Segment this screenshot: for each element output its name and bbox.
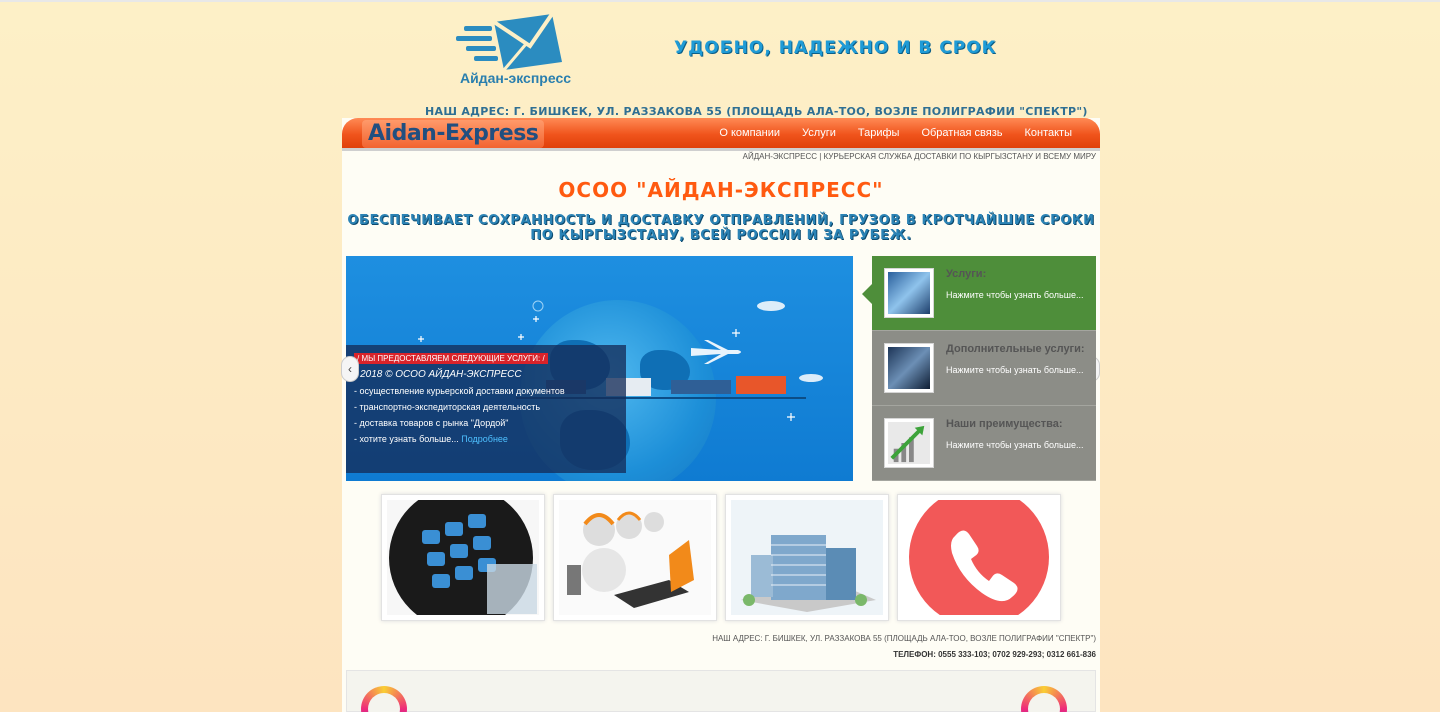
tab-title: Дополнительные услуги: <box>946 343 1085 355</box>
tab-services[interactable]: Услуги: Нажмите чтобы узнать больше... <box>862 256 1096 331</box>
tile-phone[interactable] <box>897 494 1061 621</box>
tile-call-center[interactable] <box>553 494 717 621</box>
caption-title: / МЫ ПРЕДОСТАВЛЯЕМ СЛЕДУЮЩИЕ УСЛУГИ: / <box>354 353 548 364</box>
caption-line-1: - осуществление курьерской доставки доку… <box>354 386 565 396</box>
header-address: НАШ АДРЕС: Г. БИШКЕК, УЛ. РАЗЗАКОВА 55 (… <box>425 105 1088 118</box>
tab-thumb-advantages <box>884 418 934 468</box>
tab-additional-services[interactable]: Дополнительные услуги: Нажмите чтобы узн… <box>872 331 1096 406</box>
slider-tabs: Услуги: Нажмите чтобы узнать больше... Д… <box>862 256 1096 482</box>
logo-text: Айдан-экспресс <box>460 70 572 86</box>
tab-desc: Нажмите чтобы узнать больше... <box>946 365 1084 375</box>
nav-item-tariffs[interactable]: Тарифы <box>858 127 900 139</box>
tab-thumb-services <box>884 268 934 318</box>
company-subhead: ОБЕСПЕЧИВАЕТ СОХРАННОСТЬ И ДОСТАВКУ ОТПР… <box>342 213 1100 243</box>
nav-item-about[interactable]: О компании <box>719 127 780 139</box>
nav-menu: О компании Услуги Тарифы Обратная связь … <box>719 127 1072 139</box>
nav-item-contacts[interactable]: Контакты <box>1024 127 1072 139</box>
airplane-icon <box>691 340 741 364</box>
tab-title: Наши преимущества: <box>946 418 1063 430</box>
navbar: Aidan-Express О компании Услуги Тарифы О… <box>342 118 1100 151</box>
site-tagline: АЙДАН-ЭКСПРЕСС | КУРЬЕРСКАЯ СЛУЖБА ДОСТА… <box>742 152 1096 161</box>
nav-item-services[interactable]: Услуги <box>802 127 836 139</box>
subhead-line-1: ОБЕСПЕЧИВАЕТ СОХРАННОСТЬ И ДОСТАВКУ ОТПР… <box>347 213 1095 228</box>
tab-desc: Нажмите чтобы узнать больше... <box>946 440 1084 450</box>
footer-address: НАШ АДРЕС: Г. БИШКЕК, УЛ. РАЗЗАКОВА 55 (… <box>712 634 1096 643</box>
tile-office[interactable] <box>725 494 889 621</box>
caption-line-4-text: - хотите узнать больше... <box>354 434 459 444</box>
caption-line-2: - транспортно-экспедиторская деятельност… <box>354 402 541 412</box>
tab-thumb-additional <box>884 343 934 393</box>
footer-phone: ТЕЛЕФОН: 0555 333-103; 0702 929-293; 031… <box>893 650 1096 659</box>
tab-desc: Нажмите чтобы узнать больше... <box>946 290 1084 300</box>
more-link[interactable]: Подробнее <box>461 434 508 444</box>
subhead-line-2: ПО КЫРГЫЗСТАНУ, ВСЕЙ РОССИИ И ЗА РУБЕЖ. <box>530 228 912 243</box>
office-building-image <box>731 500 883 615</box>
caption-copyright: - 2018 © ОСОО АЙДАН-ЭКСПРЕСС <box>354 369 522 380</box>
call-center-image <box>559 500 711 615</box>
hero-slider[interactable]: / МЫ ПРЕДОСТАВЛЯЕМ СЛЕДУЮЩИЕ УСЛУГИ: / -… <box>346 256 853 481</box>
slogan: УДОБНО, НАДЕЖНО И В СРОК <box>674 38 997 58</box>
phone-image <box>903 500 1055 615</box>
brand-logo[interactable]: Aidan-Express <box>362 120 545 148</box>
tab-advantages[interactable]: Наши преимущества: Нажмите чтобы узнать … <box>872 406 1096 481</box>
tile-calculator[interactable] <box>381 494 545 621</box>
calculator-image <box>387 500 539 615</box>
tab-title: Услуги: <box>946 268 987 280</box>
active-tab-pointer <box>862 284 872 304</box>
slider-caption: / МЫ ПРЕДОСТАВЛЯЕМ СЛЕДУЮЩИЕ УСЛУГИ: / -… <box>346 345 626 473</box>
top-strip <box>0 0 1440 2</box>
growth-arrow-icon <box>888 422 930 464</box>
bottom-panel <box>346 670 1096 712</box>
caption-line-4: - хотите узнать больше... Подробнее <box>354 434 508 444</box>
nav-item-feedback[interactable]: Обратная связь <box>921 127 1002 139</box>
slider-prev-arrow[interactable]: ‹ <box>341 356 359 382</box>
company-headline: ОСОО "АЙДАН-ЭКСПРЕСС" <box>558 178 884 202</box>
caption-line-3: - доставка товаров с рынка "Дордой" <box>354 418 509 428</box>
